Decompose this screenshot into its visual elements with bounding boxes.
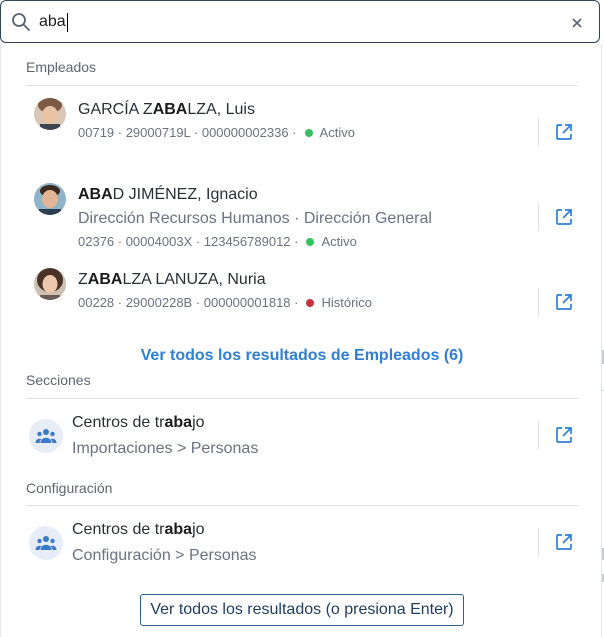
divider — [26, 85, 578, 86]
divider — [538, 528, 539, 556]
section-heading-sections: Secciones — [26, 372, 91, 388]
text-caret — [67, 13, 68, 32]
external-link-icon[interactable] — [554, 207, 574, 227]
people-group-icon — [29, 526, 63, 560]
section-heading-employees: Empleados — [26, 59, 97, 75]
people-group-icon — [29, 419, 63, 453]
see-all-results-button[interactable]: Ver todos los resultados (o presiona Ent… — [140, 594, 464, 626]
divider — [538, 118, 539, 146]
search-results-dropdown: Empleados GARCÍA ZABALZA, Luis 00719 · 2… — [0, 44, 602, 637]
divider — [26, 505, 578, 506]
external-link-icon[interactable] — [554, 292, 574, 312]
employee-name: ABAD JIMÉNEZ, Ignacio — [78, 186, 258, 203]
result-title: Centros de trabajo — [72, 521, 205, 538]
external-link-icon[interactable] — [554, 122, 574, 142]
status-dot — [304, 129, 313, 138]
status-badge: Activo — [321, 234, 357, 249]
avatar — [34, 268, 66, 300]
status-badge: Activo — [319, 125, 355, 140]
external-link-icon[interactable] — [554, 425, 574, 445]
status-dot — [306, 238, 315, 247]
external-link-icon[interactable] — [554, 532, 574, 552]
status-badge: Histórico — [321, 295, 373, 310]
avatar — [34, 98, 66, 130]
divider — [538, 421, 539, 449]
result-path: Configuración > Personas — [72, 547, 257, 564]
employee-name: GARCÍA ZABALZA, Luis — [78, 101, 255, 118]
status-dot — [306, 299, 315, 308]
search-icon — [12, 13, 30, 31]
search-bar — [0, 0, 600, 43]
employee-department: Dirección Recursos Humanos · Dirección G… — [78, 210, 432, 227]
result-path: Importaciones > Personas — [72, 440, 259, 457]
divider — [26, 398, 578, 399]
employee-details: 00719 · 29000719L · 000000002336 · Activo — [78, 125, 355, 140]
avatar — [34, 183, 66, 215]
employee-details: 02376 · 00004003X · 123456789012 · Activo — [78, 234, 357, 249]
section-heading-configuration: Configuración — [26, 480, 113, 496]
divider — [538, 203, 539, 231]
result-title: Centros de trabajo — [72, 414, 205, 431]
employee-details: 00228 · 29000228B · 000000001818 · Histór… — [78, 295, 373, 310]
divider — [538, 288, 539, 316]
search-input[interactable] — [39, 9, 559, 35]
see-all-employees-link[interactable]: Ver todos los resultados de Empleados (6… — [1, 347, 603, 365]
employee-name: ZABALZA LANUZA, Nuria — [78, 271, 266, 288]
close-icon[interactable] — [569, 15, 585, 31]
